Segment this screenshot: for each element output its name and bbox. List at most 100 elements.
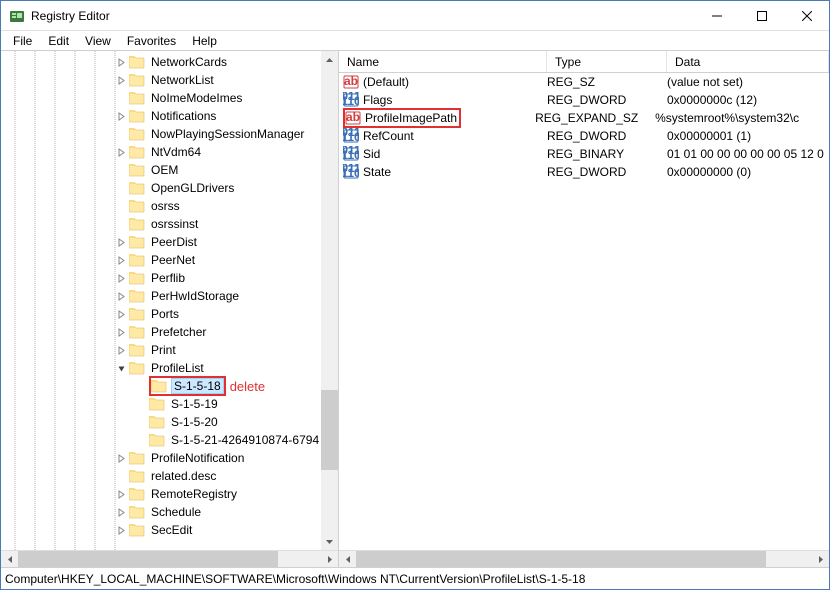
expander-icon[interactable] <box>113 360 129 376</box>
tree-item[interactable]: osrss <box>1 197 338 215</box>
expander-icon[interactable] <box>113 198 129 214</box>
expander-icon[interactable] <box>113 486 129 502</box>
expander-icon[interactable] <box>113 468 129 484</box>
menu-edit[interactable]: Edit <box>40 32 77 50</box>
tree-item[interactable]: Schedule <box>1 503 338 521</box>
tree-item[interactable]: related.desc <box>1 467 338 485</box>
scroll-thumb[interactable] <box>356 551 766 568</box>
tree-item[interactable]: PeerDist <box>1 233 338 251</box>
menu-help[interactable]: Help <box>184 32 225 50</box>
scroll-left-button[interactable] <box>1 551 18 568</box>
tree-item[interactable]: osrssinst <box>1 215 338 233</box>
expander-icon[interactable] <box>113 342 129 358</box>
menu-file[interactable]: File <box>5 32 40 50</box>
tree-item[interactable]: SecEdit <box>1 521 338 539</box>
value-row[interactable]: 011110FlagsREG_DWORD0x0000000c (12) <box>339 91 829 109</box>
tree-item[interactable]: NowPlayingSessionManager <box>1 125 338 143</box>
expander-icon[interactable] <box>113 90 129 106</box>
list-horizontal-scrollbar[interactable] <box>339 550 829 567</box>
scroll-track[interactable] <box>321 68 338 533</box>
tree-label[interactable]: NoImeModeImes <box>149 91 244 105</box>
expander-icon[interactable] <box>113 180 129 196</box>
value-row[interactable]: abProfileImagePathREG_EXPAND_SZ%systemro… <box>339 109 829 127</box>
tree-item[interactable]: OEM <box>1 161 338 179</box>
scroll-right-button[interactable] <box>812 551 829 568</box>
expander-icon[interactable] <box>113 288 129 304</box>
header-type[interactable]: Type <box>547 51 667 72</box>
tree-label[interactable]: osrss <box>149 199 182 213</box>
expander-icon[interactable] <box>113 216 129 232</box>
registry-tree[interactable]: NetworkCards NetworkList NoImeModeImes Noti… <box>1 51 338 550</box>
tree-item[interactable]: NetworkList <box>1 71 338 89</box>
maximize-button[interactable] <box>739 1 784 30</box>
tree-item[interactable]: S-1-5-20 <box>1 413 338 431</box>
values-list[interactable]: ab(Default)REG_SZ(value not set)011110Fl… <box>339 73 829 550</box>
tree-item[interactable]: S-1-5-18delete <box>1 377 338 395</box>
expander-icon[interactable] <box>133 396 149 412</box>
scroll-up-button[interactable] <box>321 51 338 68</box>
expander-icon[interactable] <box>113 234 129 250</box>
expander-icon[interactable] <box>113 270 129 286</box>
value-row[interactable]: 011110SidREG_BINARY01 01 00 00 00 00 00 … <box>339 145 829 163</box>
tree-label[interactable]: Notifications <box>149 109 218 123</box>
tree-item[interactable]: Ports <box>1 305 338 323</box>
tree-label[interactable]: ProfileList <box>149 361 206 375</box>
expander-icon[interactable] <box>133 414 149 430</box>
tree-item[interactable]: NtVdm64 <box>1 143 338 161</box>
expander-icon[interactable] <box>133 378 149 394</box>
tree-item[interactable]: PeerNet <box>1 251 338 269</box>
tree-label[interactable]: ProfileNotification <box>149 451 246 465</box>
tree-label[interactable]: RemoteRegistry <box>149 487 239 501</box>
tree-label[interactable]: S-1-5-21-4264910874-6794 <box>169 433 321 447</box>
expander-icon[interactable] <box>113 252 129 268</box>
tree-item[interactable]: S-1-5-19 <box>1 395 338 413</box>
tree-item[interactable]: ProfileNotification <box>1 449 338 467</box>
tree-label[interactable]: PeerNet <box>149 253 197 267</box>
header-name[interactable]: Name <box>339 51 547 72</box>
expander-icon[interactable] <box>133 432 149 448</box>
tree-label[interactable]: osrssinst <box>149 217 200 231</box>
tree-item[interactable]: PerHwIdStorage <box>1 287 338 305</box>
expander-icon[interactable] <box>113 72 129 88</box>
tree-item[interactable]: NoImeModeImes <box>1 89 338 107</box>
tree-label[interactable]: Prefetcher <box>149 325 208 339</box>
expander-icon[interactable] <box>113 306 129 322</box>
expander-icon[interactable] <box>113 108 129 124</box>
tree-item[interactable]: Print <box>1 341 338 359</box>
tree-item[interactable]: Prefetcher <box>1 323 338 341</box>
tree-vertical-scrollbar[interactable] <box>321 51 338 550</box>
scroll-left-button[interactable] <box>339 551 356 568</box>
scroll-thumb[interactable] <box>18 551 278 568</box>
tree-label[interactable]: OEM <box>149 163 180 177</box>
menu-view[interactable]: View <box>77 32 119 50</box>
expander-icon[interactable] <box>113 54 129 70</box>
scroll-track[interactable] <box>18 551 321 568</box>
minimize-button[interactable] <box>694 1 739 30</box>
tree-label[interactable]: NtVdm64 <box>149 145 203 159</box>
tree-label[interactable]: NetworkCards <box>149 55 229 69</box>
value-row[interactable]: 011110RefCountREG_DWORD0x00000001 (1) <box>339 127 829 145</box>
scroll-thumb[interactable] <box>321 390 338 470</box>
scroll-down-button[interactable] <box>321 533 338 550</box>
tree-label[interactable]: Ports <box>149 307 181 321</box>
tree-label[interactable]: Schedule <box>149 505 203 519</box>
tree-item[interactable]: NetworkCards <box>1 53 338 71</box>
scroll-right-button[interactable] <box>321 551 338 568</box>
tree-label[interactable]: Print <box>149 343 178 357</box>
expander-icon[interactable] <box>113 324 129 340</box>
tree-label[interactable]: OpenGLDrivers <box>149 181 236 195</box>
close-button[interactable] <box>784 1 829 30</box>
scroll-track[interactable] <box>356 551 812 568</box>
expander-icon[interactable] <box>113 522 129 538</box>
tree-item[interactable]: Perflib <box>1 269 338 287</box>
header-data[interactable]: Data <box>667 51 829 72</box>
tree-item[interactable]: RemoteRegistry <box>1 485 338 503</box>
tree-label[interactable]: PerHwIdStorage <box>149 289 241 303</box>
tree-label[interactable]: NowPlayingSessionManager <box>149 127 306 141</box>
expander-icon[interactable] <box>113 162 129 178</box>
expander-icon[interactable] <box>113 144 129 160</box>
menu-favorites[interactable]: Favorites <box>119 32 184 50</box>
tree-label[interactable]: Perflib <box>149 271 187 285</box>
value-row[interactable]: 011110StateREG_DWORD0x00000000 (0) <box>339 163 829 181</box>
value-row[interactable]: ab(Default)REG_SZ(value not set) <box>339 73 829 91</box>
